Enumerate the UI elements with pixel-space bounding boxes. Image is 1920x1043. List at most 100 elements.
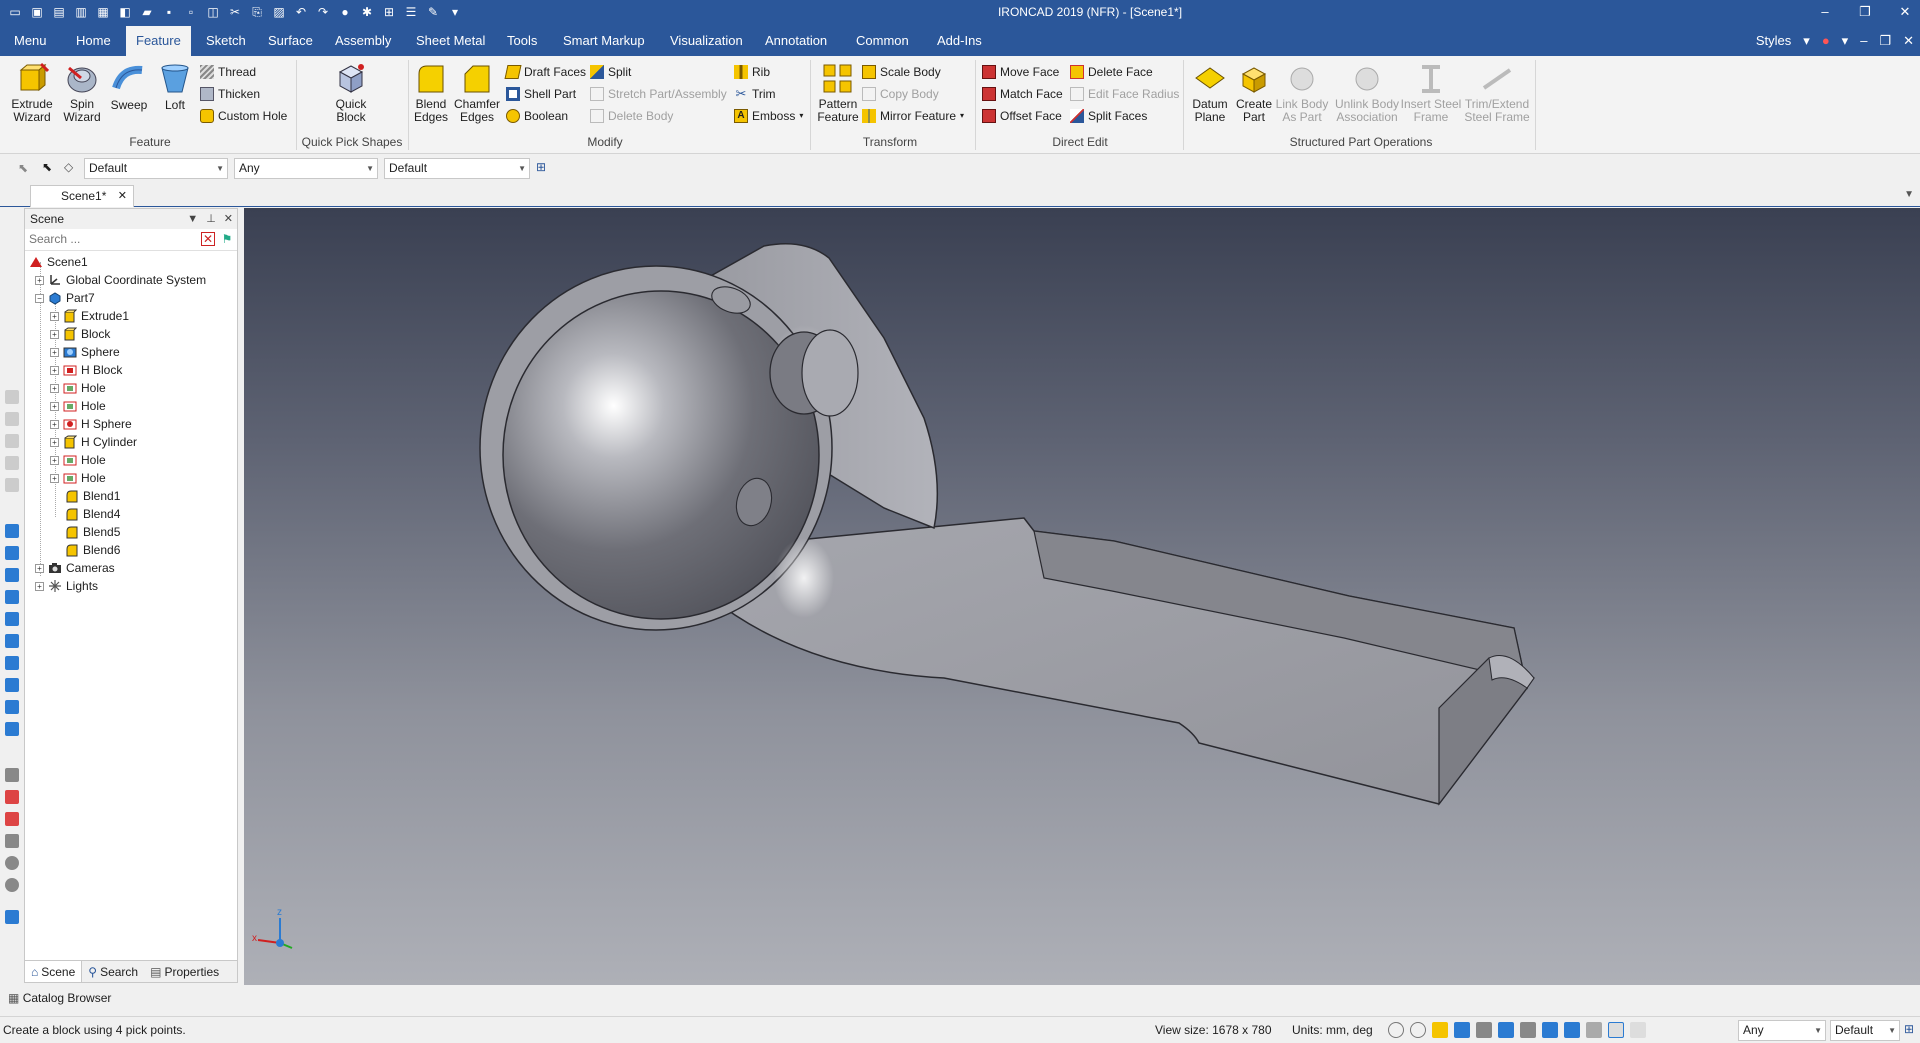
- restore-icon[interactable]: ❐: [1856, 2, 1874, 22]
- quick-block-button[interactable]: Quick Block: [326, 62, 376, 124]
- loft-button[interactable]: Loft: [156, 62, 194, 112]
- sweep-button[interactable]: Sweep: [108, 62, 150, 112]
- thread-button[interactable]: Thread: [200, 62, 256, 82]
- tab-menu[interactable]: Menu: [4, 26, 57, 56]
- minimize-icon[interactable]: –: [1816, 2, 1834, 22]
- tab-tools[interactable]: Tools: [497, 26, 547, 56]
- tree-node-h-block[interactable]: + H Block: [50, 361, 122, 379]
- tab-search[interactable]: ⚲ Search: [82, 961, 144, 982]
- tool-icon[interactable]: [5, 768, 19, 782]
- restore-icon[interactable]: ❐: [1879, 26, 1891, 56]
- tool-icon[interactable]: [5, 834, 19, 848]
- orbit-icon[interactable]: [5, 856, 19, 870]
- tab-sketch[interactable]: Sketch: [196, 26, 256, 56]
- trim-button[interactable]: ✂ Trim: [734, 84, 776, 104]
- stretch-part-button[interactable]: Stretch Part/Assembly: [590, 84, 727, 104]
- expand-icon[interactable]: +: [50, 383, 59, 393]
- snap-icon[interactable]: [1586, 1022, 1602, 1038]
- chevron-down-icon[interactable]: ▼: [1904, 189, 1914, 200]
- view-icon[interactable]: [5, 700, 19, 714]
- view-icon[interactable]: [5, 678, 19, 692]
- light-icon[interactable]: [1520, 1022, 1536, 1038]
- spin-wizard-button[interactable]: Spin Wizard: [60, 62, 104, 124]
- tool-icon[interactable]: [5, 412, 19, 426]
- custom-hole-button[interactable]: Custom Hole: [200, 106, 287, 126]
- tab-annotation[interactable]: Annotation: [755, 26, 837, 56]
- delete-face-button[interactable]: Delete Face: [1070, 62, 1153, 82]
- shell-part-button[interactable]: Shell Part: [506, 84, 576, 104]
- render-mode-icon[interactable]: [1432, 1022, 1448, 1038]
- tool-icon[interactable]: [5, 456, 19, 470]
- expand-icon[interactable]: +: [50, 311, 59, 321]
- view-cube-icon[interactable]: [1454, 1022, 1470, 1038]
- expand-icon[interactable]: +: [50, 365, 59, 375]
- view-icon[interactable]: [5, 568, 19, 582]
- tree-node-sphere[interactable]: + Sphere: [50, 343, 120, 361]
- style-combo[interactable]: Default ▼: [84, 158, 228, 179]
- tab-surface[interactable]: Surface: [258, 26, 323, 56]
- tree-node-global-coordinate-system[interactable]: + Global Coordinate System: [35, 271, 206, 289]
- tab-smart-markup[interactable]: Smart Markup: [553, 26, 655, 56]
- tab-sheet-metal[interactable]: Sheet Metal: [406, 26, 495, 56]
- expand-icon[interactable]: +: [35, 275, 44, 285]
- rib-button[interactable]: Rib: [734, 62, 770, 82]
- tab-add-ins[interactable]: Add-Ins: [927, 26, 992, 56]
- tree-node-blend4[interactable]: Blend4: [65, 505, 120, 523]
- pointer-icon[interactable]: ⬉: [42, 160, 52, 174]
- hierarchy-icon[interactable]: ⊞: [536, 160, 546, 174]
- chevron-down-icon[interactable]: ▾: [1803, 26, 1810, 56]
- tab-home[interactable]: Home: [66, 26, 121, 56]
- tree-node-blend6[interactable]: Blend6: [65, 541, 120, 559]
- expand-icon[interactable]: +: [35, 563, 44, 573]
- tab-feature[interactable]: Feature: [126, 26, 191, 56]
- select-mode-icon[interactable]: ◇: [64, 160, 73, 174]
- tool-icon[interactable]: [5, 390, 19, 404]
- emboss-button[interactable]: A Emboss ▾: [734, 106, 803, 126]
- zoom-icon[interactable]: [1388, 1022, 1404, 1038]
- tab-common[interactable]: Common: [846, 26, 919, 56]
- tree-node-hole[interactable]: + Hole: [50, 451, 106, 469]
- expand-icon[interactable]: +: [50, 401, 59, 411]
- select-icon[interactable]: ⬉: [18, 161, 28, 175]
- move-face-button[interactable]: Move Face: [982, 62, 1059, 82]
- trim-extend-steel-frame-button[interactable]: Trim/Extend Steel Frame: [1462, 62, 1532, 124]
- expand-icon[interactable]: +: [35, 581, 44, 591]
- select-icon[interactable]: [1630, 1022, 1646, 1038]
- tab-scene1[interactable]: Scene1* ✕: [30, 185, 134, 207]
- view-icon[interactable]: [5, 634, 19, 648]
- chevron-down-icon[interactable]: ▼: [187, 209, 198, 229]
- tree-node-blend5[interactable]: Blend5: [65, 523, 120, 541]
- orbit-icon[interactable]: [1476, 1022, 1492, 1038]
- insert-steel-frame-button[interactable]: Insert Steel Frame: [1398, 62, 1464, 124]
- section-icon[interactable]: [1542, 1022, 1558, 1038]
- orbit-icon[interactable]: [5, 878, 19, 892]
- hierarchy-icon[interactable]: ⊞: [1904, 1022, 1914, 1036]
- tab-scene[interactable]: ⌂ Scene: [25, 961, 83, 982]
- blend-edges-button[interactable]: Blend Edges: [410, 62, 452, 124]
- expand-icon[interactable]: +: [50, 437, 59, 447]
- camera-icon[interactable]: [5, 790, 19, 804]
- thicken-button[interactable]: Thicken: [200, 84, 260, 104]
- tree-node-block[interactable]: + Block: [50, 325, 110, 343]
- help-icon[interactable]: ●: [1822, 26, 1830, 56]
- camera-icon[interactable]: [5, 812, 19, 826]
- catalog-browser-bar[interactable]: ▦ Catalog Browser: [0, 987, 1920, 1009]
- chevron-down-icon[interactable]: ▾: [1842, 26, 1849, 56]
- collapse-icon[interactable]: −: [35, 293, 44, 303]
- filter-icon[interactable]: ⚑: [220, 232, 234, 246]
- tab-properties[interactable]: ▤ Properties: [144, 961, 225, 982]
- pointer-icon[interactable]: [1608, 1022, 1624, 1038]
- styles-dropdown[interactable]: Styles: [1756, 26, 1791, 56]
- close-icon[interactable]: ✕: [1903, 26, 1914, 56]
- tree-node-hole[interactable]: + Hole: [50, 469, 106, 487]
- mirror-feature-button[interactable]: Mirror Feature ▾: [862, 106, 964, 126]
- zoom-window-icon[interactable]: [1410, 1022, 1426, 1038]
- tree-node-blend1[interactable]: Blend1: [65, 487, 120, 505]
- tree-node-scene1[interactable]: Scene1: [29, 253, 88, 271]
- tab-assembly[interactable]: Assembly: [325, 26, 401, 56]
- view-icon[interactable]: [5, 546, 19, 560]
- tool-icon[interactable]: [5, 478, 19, 492]
- measure-icon[interactable]: [1564, 1022, 1580, 1038]
- create-part-button[interactable]: Create Part: [1232, 62, 1276, 124]
- scale-body-button[interactable]: Scale Body: [862, 62, 941, 82]
